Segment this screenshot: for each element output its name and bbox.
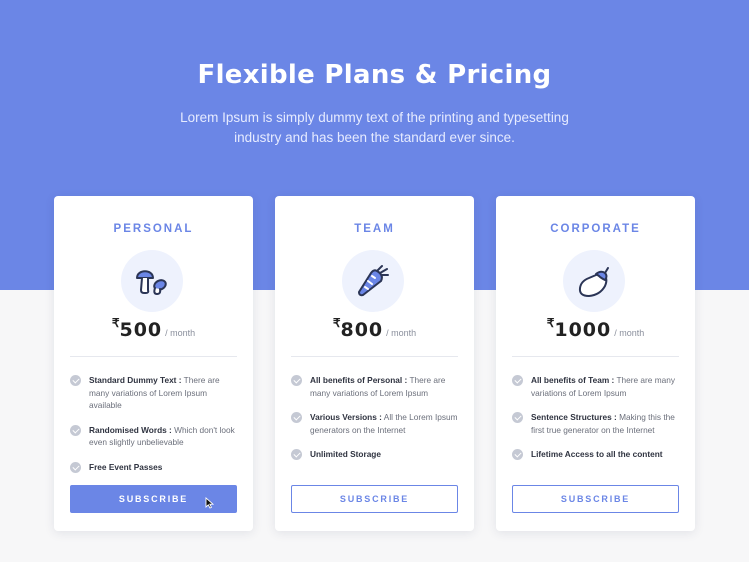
feature-item: Lifetime Access to all the content	[512, 448, 682, 461]
feature-title: Unlimited Storage	[310, 449, 381, 459]
page-subtitle: Lorem Ipsum is simply dummy text of the …	[180, 110, 569, 145]
carrot-icon	[358, 265, 389, 297]
check-icon	[70, 424, 81, 436]
plan-icon-circle	[563, 250, 625, 312]
subscribe-button-corporate[interactable]: SUBSCRIBE	[512, 485, 679, 513]
price-period: / month	[165, 328, 196, 338]
eggplant-icon	[578, 267, 609, 297]
feature-item: Unlimited Storage	[291, 448, 461, 461]
price-period: / month	[614, 328, 645, 338]
plan-price: ₹500/ month	[54, 316, 253, 341]
feature-title: Various Versions :	[310, 412, 382, 422]
check-icon	[70, 375, 81, 386]
check-icon	[512, 412, 523, 423]
feature-title: All benefits of Personal :	[310, 375, 408, 385]
pricing-card-corporate: CORPORATE ₹1000/ month All benefits of T…	[496, 196, 695, 531]
check-icon	[512, 449, 523, 460]
divider	[291, 356, 458, 357]
price-amount: 500	[119, 319, 163, 341]
check-icon	[70, 461, 81, 473]
feature-item: Standard Dummy Text : There are many var…	[70, 374, 240, 412]
page-title: Flexible Plans & Pricing	[197, 60, 552, 90]
feature-title: All benefits of Team :	[531, 375, 615, 385]
check-icon	[291, 449, 302, 460]
pricing-card-personal: PERSONAL ₹500/ month Standard Dummy Text…	[54, 196, 253, 531]
check-icon	[291, 412, 302, 423]
mouse-cursor-icon	[205, 497, 214, 509]
feature-title: Free Event Passes	[89, 461, 163, 472]
check-icon	[291, 375, 302, 386]
divider	[70, 356, 237, 357]
mushroom-icon	[136, 270, 167, 295]
price-amount: 1000	[554, 319, 612, 341]
feature-item: Sentence Structures : Making this the fi…	[512, 411, 682, 436]
feature-title: Sentence Structures :	[531, 412, 617, 422]
feature-item: Various Versions : All the Lorem Ipsum g…	[291, 411, 461, 436]
check-icon	[512, 375, 523, 386]
plan-name: TEAM	[354, 223, 395, 235]
feature-title: Randomised Words :	[89, 424, 172, 435]
feature-item: Randomised Words : Which don't look even…	[70, 424, 240, 449]
feature-title: Standard Dummy Text :	[89, 375, 182, 385]
feature-item: All benefits of Team : There are many va…	[512, 374, 682, 399]
plan-price: ₹800/ month	[275, 316, 474, 341]
subscribe-button-team[interactable]: SUBSCRIBE	[291, 485, 458, 513]
plan-name: PERSONAL	[113, 223, 194, 235]
price-period: / month	[386, 328, 417, 338]
plan-name: CORPORATE	[550, 223, 641, 235]
divider	[512, 356, 679, 357]
feature-title: Lifetime Access to all the content	[531, 449, 663, 459]
feature-list: Standard Dummy Text : There are many var…	[70, 374, 240, 485]
plan-price: ₹1000/ month	[496, 316, 695, 341]
feature-item: All benefits of Personal : There are man…	[291, 374, 461, 399]
feature-list: All benefits of Team : There are many va…	[512, 374, 682, 473]
price-amount: 800	[340, 319, 384, 341]
feature-list: All benefits of Personal : There are man…	[291, 374, 461, 473]
plan-icon-circle	[342, 250, 404, 312]
pricing-card-team: TEAM ₹800/ month All benefits of Persona…	[275, 196, 474, 531]
plan-icon-circle	[121, 250, 183, 312]
feature-item: Free Event Passes	[70, 461, 240, 474]
